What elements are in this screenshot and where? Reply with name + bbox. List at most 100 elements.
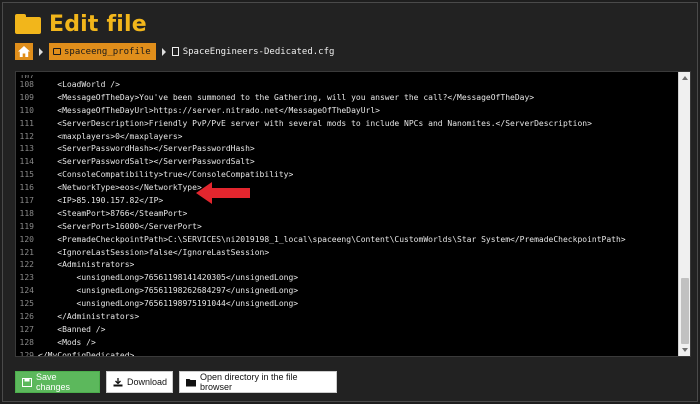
open-directory-label: Open directory in the file browser <box>200 372 298 392</box>
code-lines: 107108 <LoadWorld />109 <MessageOfTheDay… <box>16 75 678 357</box>
home-icon[interactable] <box>15 43 33 60</box>
line-number: 125 <box>19 299 34 309</box>
caret-down-icon <box>682 348 688 352</box>
line-number: 123 <box>19 273 34 283</box>
line-content: <Mods /> <box>38 337 96 347</box>
page-header: Edit file <box>15 9 147 39</box>
code-line: 118 <SteamPort>8766</SteamPort> <box>16 207 678 220</box>
code-line: 128 <Mods /> <box>16 336 678 349</box>
line-content: <MessageOfTheDay>You've been summoned to… <box>38 92 535 102</box>
line-number: 110 <box>19 105 34 115</box>
file-icon <box>171 47 179 56</box>
line-number: 116 <box>19 183 34 193</box>
scroll-down-button[interactable] <box>679 344 690 356</box>
line-number: 126 <box>19 311 34 321</box>
line-content: <Administrators> <box>38 260 135 270</box>
line-content: <LoadWorld /> <box>38 79 120 89</box>
chevron-right-icon <box>161 47 166 56</box>
line-content: <unsignedLong>76561198141420305</unsigne… <box>38 273 299 283</box>
breadcrumb-file: SpaceEngineers-Dedicated.cfg <box>171 46 335 57</box>
code-line: 123 <unsignedLong>76561198141420305</uns… <box>16 271 678 284</box>
breadcrumb: spaceeng_profile SpaceEngineers-Dedicate… <box>15 43 334 60</box>
download-icon <box>113 377 123 386</box>
page-frame: Edit file spaceeng_profile SpaceEngineer… <box>2 2 698 402</box>
line-number: 112 <box>19 131 34 141</box>
chevron-right-icon <box>39 47 43 56</box>
code-line: 126 </Administrators> <box>16 310 678 323</box>
line-number: 109 <box>19 92 34 102</box>
line-content: <ServerDescription>Friendly PvP/PvE serv… <box>38 118 592 128</box>
line-content: <maxplayers>0</maxplayers> <box>38 131 183 141</box>
line-number: 120 <box>19 234 34 244</box>
page-title: Edit file <box>49 11 147 37</box>
line-content: <IP>85.190.157.82</IP> <box>38 195 164 205</box>
red-arrow-annotation-icon <box>196 182 250 204</box>
code-line: 116 <NetworkType>eos</NetworkType> <box>16 181 678 194</box>
line-content: <ServerPasswordSalt></ServerPasswordSalt… <box>38 157 255 167</box>
download-label: Download <box>127 377 168 387</box>
line-number: 115 <box>19 170 34 180</box>
line-content: <NetworkType>eos</NetworkType> <box>38 183 202 193</box>
code-line: 122 <Administrators> <box>16 258 678 271</box>
line-number: 122 <box>19 260 34 270</box>
line-number: 129 <box>19 350 34 357</box>
line-number: 113 <box>19 144 34 154</box>
line-number: 111 <box>19 118 34 128</box>
scroll-up-button[interactable] <box>679 72 690 84</box>
code-line: 121 <IgnoreLastSession>false</IgnoreLast… <box>16 246 678 259</box>
line-number: 118 <box>19 208 34 218</box>
line-number: 128 <box>19 337 34 347</box>
line-content: <ServerPort>16000</ServerPort> <box>38 221 202 231</box>
code-line: 120 <PremadeCheckpointPath>C:\SERVICES\n… <box>16 233 678 246</box>
code-line: 119 <ServerPort>16000</ServerPort> <box>16 220 678 233</box>
save-changes-label: Save changes <box>36 372 71 392</box>
line-number: 121 <box>19 247 34 257</box>
code-line: 111 <ServerDescription>Friendly PvP/PvE … <box>16 117 678 130</box>
caret-up-icon <box>682 76 688 80</box>
code-line: 108 <LoadWorld /> <box>16 78 678 91</box>
breadcrumb-file-label: SpaceEngineers-Dedicated.cfg <box>182 46 335 57</box>
line-content: <ServerPasswordHash></ServerPasswordHash… <box>38 144 255 154</box>
code-line: 117 <IP>85.190.157.82</IP> <box>16 194 678 207</box>
code-line: 124 <unsignedLong>76561198262684297</uns… <box>16 284 678 297</box>
folder-outline-icon <box>53 48 61 55</box>
line-number: 124 <box>19 286 34 296</box>
download-button[interactable]: Download <box>106 371 173 393</box>
breadcrumb-folder-label: spaceeng_profile <box>64 46 151 57</box>
line-content: <unsignedLong>76561198975191044</unsigne… <box>38 299 299 309</box>
code-line: 125 <unsignedLong>76561198975191044</uns… <box>16 297 678 310</box>
editor-scrollbar[interactable] <box>678 72 690 356</box>
code-line: 110 <MessageOfTheDayUrl>https://server.n… <box>16 104 678 117</box>
breadcrumb-folder[interactable]: spaceeng_profile <box>49 43 156 60</box>
save-changes-button[interactable]: Save changes <box>15 371 100 393</box>
code-line: 109 <MessageOfTheDay>You've been summone… <box>16 91 678 104</box>
line-content: </Administrators> <box>38 311 140 321</box>
line-number: 107 <box>16 75 36 78</box>
line-content: <IgnoreLastSession>false</IgnoreLastSess… <box>38 247 270 257</box>
line-number: 119 <box>19 221 34 231</box>
line-number: 127 <box>19 324 34 334</box>
line-content: <Banned /> <box>38 324 106 334</box>
line-number: 117 <box>19 195 34 205</box>
scroll-thumb[interactable] <box>681 278 689 344</box>
line-content: </MyConfigDedicated> <box>38 350 135 357</box>
code-line: 112 <maxplayers>0</maxplayers> <box>16 130 678 143</box>
action-bar: Save changes Download Open directory in … <box>15 371 343 393</box>
line-number: 108 <box>19 79 34 89</box>
folder-icon <box>15 14 41 34</box>
line-content: <unsignedLong>76561198262684297</unsigne… <box>38 286 299 296</box>
save-icon <box>22 377 32 387</box>
open-directory-button[interactable]: Open directory in the file browser <box>179 371 337 393</box>
code-editor[interactable]: 107108 <LoadWorld />109 <MessageOfTheDay… <box>15 71 691 357</box>
line-content: <MessageOfTheDayUrl>https://server.nitra… <box>38 105 380 115</box>
code-line: 113 <ServerPasswordHash></ServerPassword… <box>16 142 678 155</box>
code-line: 127 <Banned /> <box>16 323 678 336</box>
line-content: <SteamPort>8766</SteamPort> <box>38 208 188 218</box>
line-number: 114 <box>19 157 34 167</box>
folder-icon <box>186 378 196 386</box>
line-content: <ConsoleCompatibility>true</ConsoleCompa… <box>38 170 294 180</box>
line-content: <PremadeCheckpointPath>C:\SERVICES\ni201… <box>38 234 626 244</box>
code-line: 114 <ServerPasswordSalt></ServerPassword… <box>16 155 678 168</box>
code-line: 129 </MyConfigDedicated> <box>16 349 678 357</box>
code-line: 115 <ConsoleCompatibility>true</ConsoleC… <box>16 168 678 181</box>
